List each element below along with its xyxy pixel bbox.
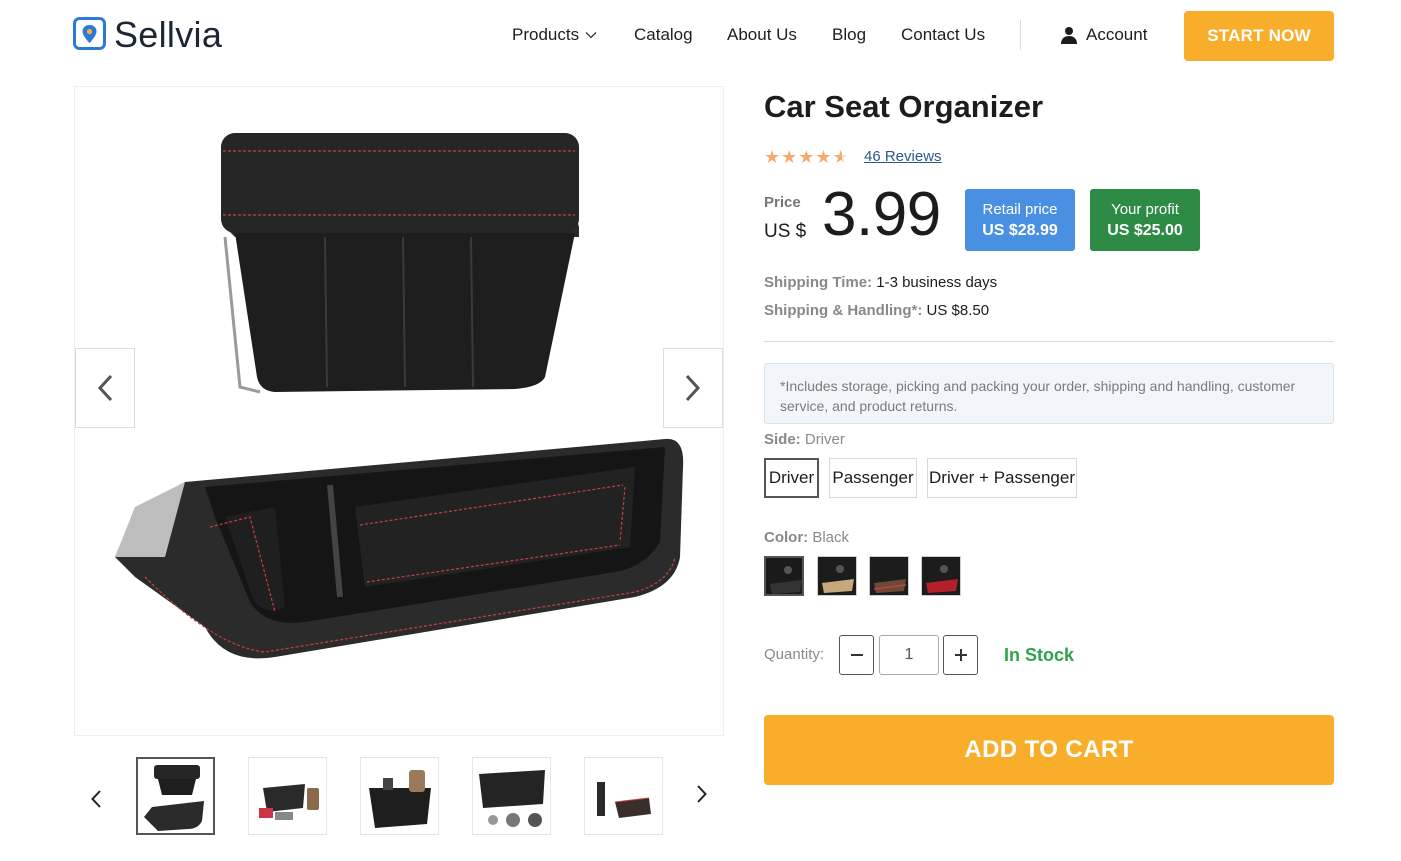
logo[interactable]: Sellvia bbox=[73, 17, 222, 53]
add-to-cart-button[interactable]: ADD TO CART bbox=[764, 715, 1334, 785]
chevron-left-icon bbox=[97, 374, 113, 402]
thumbnail-image bbox=[597, 782, 651, 818]
quantity-input[interactable] bbox=[879, 635, 939, 675]
chevron-left-icon bbox=[91, 790, 101, 808]
star-icon: ★ bbox=[798, 147, 815, 167]
nav-catalog[interactable]: Catalog bbox=[634, 25, 693, 45]
star-icon: ★ bbox=[781, 147, 798, 167]
chevron-right-icon bbox=[685, 374, 701, 402]
stock-status: In Stock bbox=[1004, 645, 1075, 665]
chevron-right-icon bbox=[697, 785, 707, 803]
swatch-image bbox=[766, 558, 802, 594]
site-header: Sellvia Products Catalog About Us Blog C… bbox=[0, 0, 1401, 72]
account-label: Account bbox=[1086, 25, 1148, 44]
color-selected: Black bbox=[812, 529, 850, 546]
profit-badge: Your profit US $25.00 bbox=[1090, 189, 1200, 251]
side-option-driver-passenger[interactable]: Driver + Passenger bbox=[927, 458, 1077, 498]
thumbnail-3[interactable] bbox=[360, 757, 439, 835]
shipping-handling-label: Shipping & Handling*: bbox=[764, 302, 923, 319]
nav-contact-us[interactable]: Contact Us bbox=[901, 25, 985, 45]
color-swatch-beige[interactable] bbox=[817, 556, 857, 596]
thumbnail-4[interactable] bbox=[472, 757, 551, 835]
color-swatch-brown[interactable] bbox=[869, 556, 909, 596]
thumbnail-5[interactable] bbox=[584, 757, 663, 835]
price-label: Price bbox=[764, 194, 801, 211]
star-icon: ★ bbox=[764, 147, 781, 167]
retail-price-value: US $28.99 bbox=[982, 221, 1058, 239]
color-swatch-red[interactable] bbox=[921, 556, 961, 596]
color-label: Color: bbox=[764, 529, 809, 546]
profit-value: US $25.00 bbox=[1107, 221, 1183, 239]
quantity-increase-button[interactable] bbox=[943, 635, 978, 675]
nav-blog[interactable]: Blog bbox=[832, 25, 866, 45]
swatch-image bbox=[922, 557, 960, 595]
minus-icon bbox=[850, 654, 863, 656]
star-icon: ★ bbox=[815, 147, 832, 167]
retail-price-badge: Retail price US $28.99 bbox=[965, 189, 1075, 251]
shipping-time-label: Shipping Time: bbox=[764, 274, 873, 291]
thumbnail-2[interactable] bbox=[248, 757, 327, 835]
quantity-decrease-button[interactable] bbox=[839, 635, 874, 675]
swatch-image bbox=[870, 557, 908, 595]
nav-products-label: Products bbox=[512, 25, 580, 44]
side-selected: Driver bbox=[804, 431, 845, 448]
star-half-icon: ★ bbox=[832, 147, 849, 167]
rating-stars: ★ ★ ★ ★ ★ bbox=[764, 148, 849, 166]
thumbs-next-button[interactable] bbox=[690, 780, 714, 808]
shipping-note: *Includes storage, picking and packing y… bbox=[764, 363, 1334, 424]
shipping-handling: Shipping & Handling*: US $8.50 bbox=[764, 302, 989, 319]
product-image bbox=[115, 133, 684, 659]
shipping-time: Shipping Time: 1-3 business days bbox=[764, 274, 997, 291]
chevron-down-icon bbox=[585, 32, 597, 39]
start-now-button[interactable]: START NOW bbox=[1184, 11, 1334, 61]
price-value: 3.99 bbox=[822, 180, 941, 249]
side-option-passenger[interactable]: Passenger bbox=[829, 458, 917, 498]
account-link[interactable]: Account bbox=[1060, 25, 1147, 45]
shipping-handling-value: US $8.50 bbox=[926, 302, 990, 319]
logo-text: Sellvia bbox=[114, 14, 223, 55]
thumbnail-1[interactable] bbox=[136, 757, 215, 835]
reviews-link[interactable]: 46 Reviews bbox=[864, 148, 942, 165]
thumbnail-image bbox=[144, 765, 204, 831]
nav-products[interactable]: Products bbox=[512, 25, 597, 45]
thumbnail-image bbox=[479, 770, 545, 827]
swatch-image bbox=[818, 557, 856, 595]
side-option-label: Side: Driver bbox=[764, 431, 845, 448]
image-next-button[interactable] bbox=[663, 348, 723, 428]
retail-price-label: Retail price bbox=[982, 200, 1058, 218]
thumbnail-image bbox=[369, 770, 431, 828]
color-swatch-black[interactable] bbox=[764, 556, 804, 596]
product-title: Car Seat Organizer bbox=[764, 89, 1044, 124]
shipping-time-value: 1-3 business days bbox=[876, 274, 998, 291]
price-currency: US $ bbox=[764, 221, 807, 242]
quantity-label: Quantity: bbox=[764, 646, 825, 663]
product-main-image bbox=[74, 86, 724, 736]
color-option-label: Color: Black bbox=[764, 529, 849, 546]
thumbnail-image bbox=[259, 784, 319, 820]
divider bbox=[764, 341, 1334, 342]
image-prev-button[interactable] bbox=[75, 348, 135, 428]
nav-divider bbox=[1020, 20, 1021, 50]
logo-icon bbox=[73, 17, 106, 50]
side-label: Side: bbox=[764, 431, 801, 448]
user-icon bbox=[1061, 27, 1077, 44]
side-option-driver[interactable]: Driver bbox=[764, 458, 819, 498]
nav-about-us[interactable]: About Us bbox=[727, 25, 797, 45]
plus-icon bbox=[954, 649, 967, 661]
thumbs-prev-button[interactable] bbox=[84, 785, 108, 813]
profit-label: Your profit bbox=[1111, 200, 1179, 218]
